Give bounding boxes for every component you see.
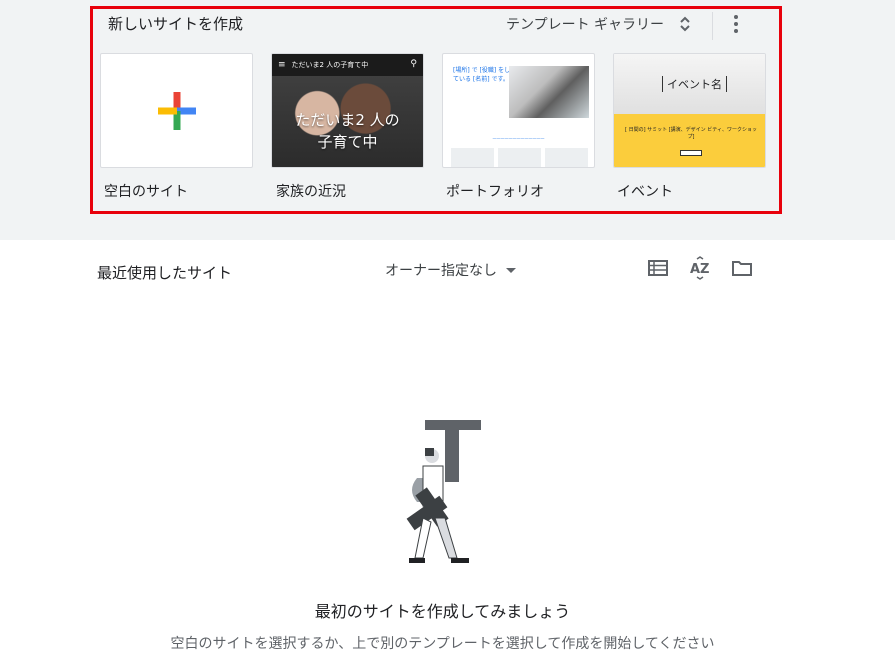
template-gallery-label: テンプレート ギャラリー xyxy=(506,17,665,33)
event-yellow-band xyxy=(614,114,765,167)
sort-az-icon[interactable]: AZ xyxy=(688,256,712,280)
unfold-icon xyxy=(678,13,692,35)
chevron-down-icon xyxy=(506,267,516,273)
template-gallery-button[interactable]: テンプレート ギャラリー xyxy=(506,12,692,36)
empty-state-title: 最初のサイトを作成してみましょう xyxy=(314,602,571,621)
owner-filter-label: オーナー指定なし xyxy=(385,263,497,279)
list-view-icon[interactable] xyxy=(646,256,670,280)
search-icon: ⚲ xyxy=(410,59,417,69)
template-card-blank[interactable] xyxy=(100,53,253,168)
owner-filter-dropdown[interactable]: オーナー指定なし xyxy=(385,260,516,280)
recent-sites-title: 最近使用したサイト xyxy=(97,264,233,282)
template-label-family: 家族の近況 xyxy=(276,184,346,200)
template-label-portfolio: ポートフォリオ xyxy=(446,184,544,200)
family-headline: ただいま2 人の 子育て中 xyxy=(272,109,423,153)
template-card-family[interactable]: ≡ ただいま2 人の子育て中 ⚲ ただいま2 人の 子育て中 xyxy=(271,53,424,168)
svg-text:AZ: AZ xyxy=(690,262,710,277)
more-vert-icon[interactable] xyxy=(726,12,746,36)
event-title: イベント名 xyxy=(662,76,727,92)
family-headline-line1: ただいま2 人の xyxy=(295,111,400,129)
divider xyxy=(712,12,713,40)
portfolio-divider-line: ————————————— xyxy=(492,136,545,141)
plus-icon xyxy=(158,92,196,130)
family-bar-text: ただいま2 人の子育て中 xyxy=(291,61,369,69)
menu-icon: ≡ xyxy=(278,60,286,70)
event-description: [ 日間の] サミット [講演、デザイン ビティ、ワークショップ] xyxy=(625,127,757,140)
template-label-event: イベント xyxy=(617,184,673,200)
portfolio-photo xyxy=(509,66,589,118)
folder-icon[interactable] xyxy=(730,256,754,280)
empty-state-subtitle: 空白のサイトを選択するか、上で別のテンプレートを選択して作成を開始してください xyxy=(170,636,715,652)
event-button xyxy=(680,150,702,156)
portfolio-grid xyxy=(451,148,588,167)
template-label-blank: 空白のサイト xyxy=(104,184,188,200)
new-site-title: 新しいサイトを作成 xyxy=(108,15,244,33)
portfolio-tagline: [場所] で [役職] をしている [名前] です。 xyxy=(453,67,511,83)
template-card-event[interactable]: イベント名 [ 日間の] サミット [講演、デザイン ビティ、ワークショップ] xyxy=(613,53,766,168)
template-card-portfolio[interactable]: [場所] で [役職] をしている [名前] です。 ————————————— xyxy=(442,53,595,168)
family-header-bar: ≡ ただいま2 人の子育て中 ⚲ xyxy=(272,54,423,76)
empty-state-illustration xyxy=(406,420,481,563)
family-headline-line2: 子育て中 xyxy=(317,133,378,151)
